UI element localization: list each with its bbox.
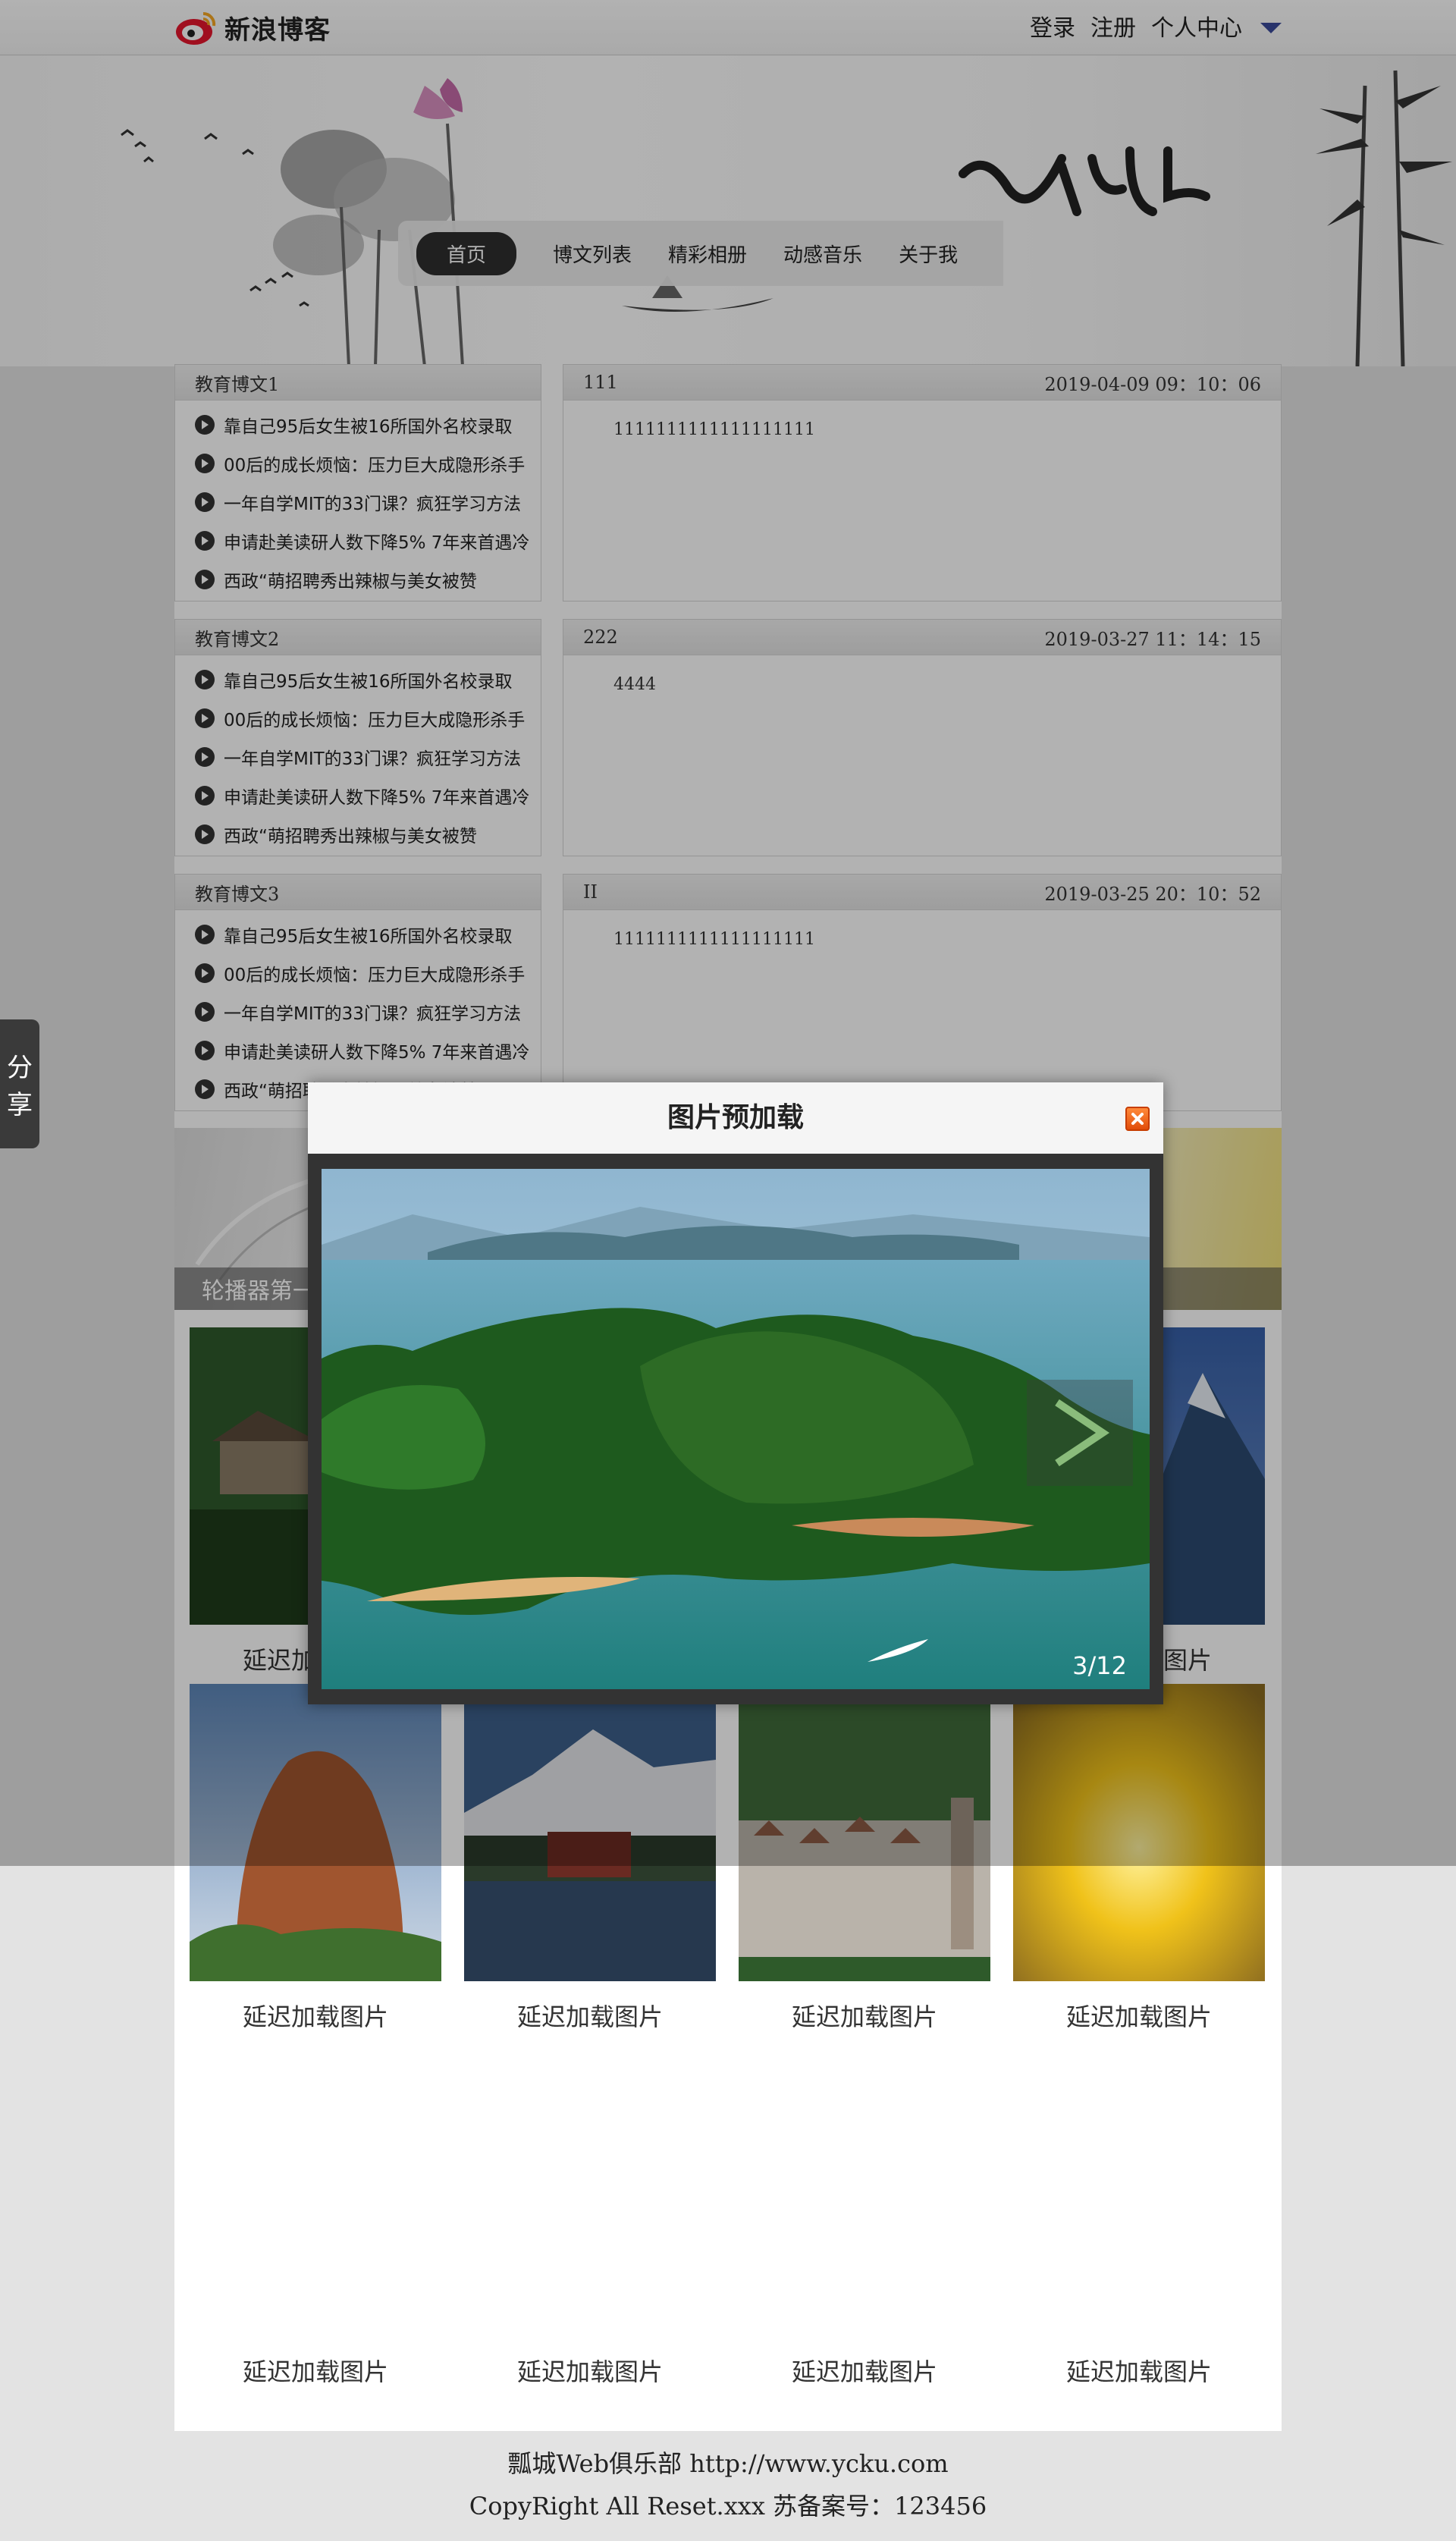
gallery-caption: 延迟加载图片 xyxy=(1065,2002,1212,2031)
modal-title: 图片预加载 xyxy=(667,1102,804,1133)
gallery-image-placeholder xyxy=(739,2042,990,2339)
gallery-item[interactable]: 延迟加载图片 xyxy=(190,2042,441,2388)
share-label-2: 享 xyxy=(7,1090,33,1120)
gallery-caption: 延迟加载图片 xyxy=(516,2002,663,2031)
lake-islands-photo xyxy=(322,1169,1150,1689)
image-preview-modal: 图片预加载 3/12 xyxy=(308,1082,1163,1704)
modal-header: 图片预加载 xyxy=(308,1082,1163,1154)
gallery-image-placeholder xyxy=(464,2042,716,2339)
gallery-caption: 延迟加载图片 xyxy=(791,2357,937,2386)
gallery-image-placeholder xyxy=(1013,2042,1265,2339)
image-counter: 3/12 xyxy=(1072,1651,1127,1680)
share-tab[interactable]: 分 享 xyxy=(0,1019,39,1148)
footer-copyright: CopyRight All Reset.xxx 苏备案号：123456 xyxy=(469,2492,987,2521)
preview-image: 3/12 xyxy=(322,1169,1150,1689)
share-label-1: 分 xyxy=(7,1053,33,1083)
gallery-item[interactable]: 延迟加载图片 xyxy=(1013,2042,1265,2388)
next-arrow-icon[interactable] xyxy=(1027,1380,1133,1486)
gallery-caption: 延迟加载图片 xyxy=(1065,2357,1212,2386)
gallery-caption: 延迟加载图片 xyxy=(791,2002,937,2031)
gallery-caption: 延迟加载图片 xyxy=(242,2357,388,2386)
gallery-item[interactable]: 延迟加载图片 xyxy=(464,2042,716,2388)
gallery-caption: 延迟加载图片 xyxy=(516,2357,663,2386)
gallery-image-placeholder xyxy=(190,2042,441,2339)
footer-club-link[interactable]: 瓢城Web俱乐部 http://www.ycku.com xyxy=(0,2442,1456,2485)
gallery-caption: 延迟加载图片 xyxy=(242,2002,388,2031)
close-icon[interactable] xyxy=(1125,1107,1150,1131)
gallery-item[interactable]: 延迟加载图片 xyxy=(739,2042,990,2388)
footer: 瓢城Web俱乐部 http://www.ycku.com CopyRight A… xyxy=(0,2442,1456,2527)
